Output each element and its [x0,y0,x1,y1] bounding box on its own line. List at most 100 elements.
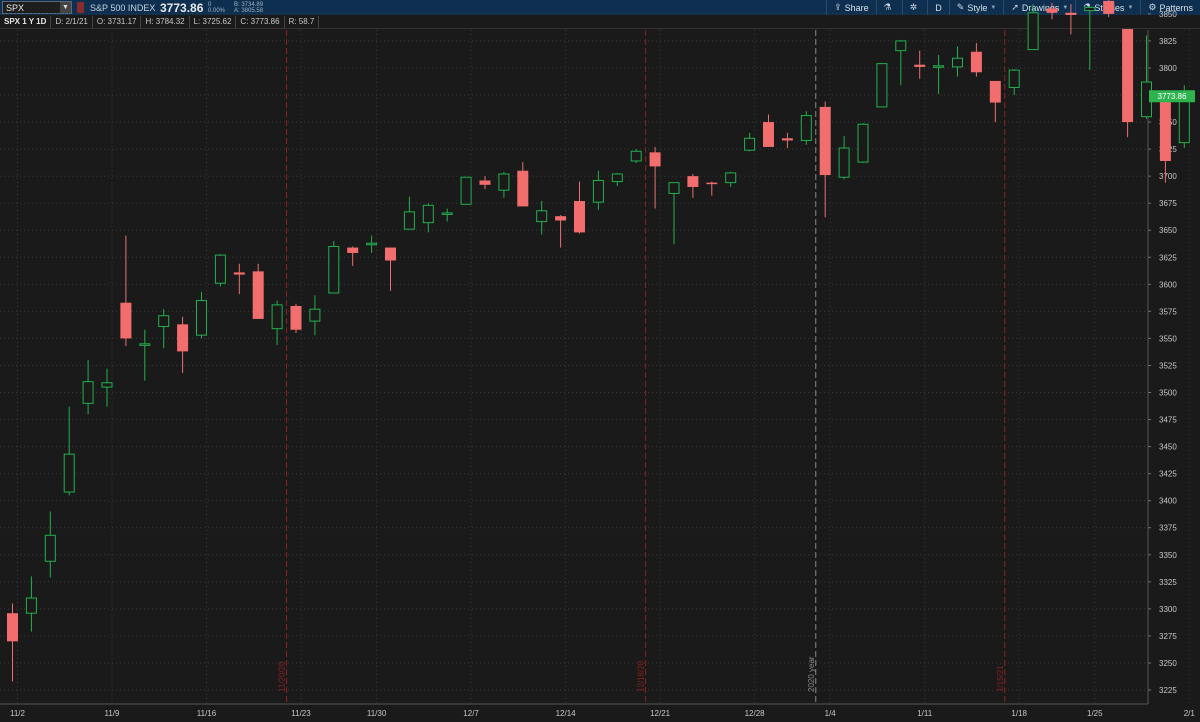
candle-body [914,64,926,67]
candle-body [744,137,756,151]
candle-body [763,122,774,147]
y-tick-label: 3300 [1159,605,1177,614]
candle-body [158,315,170,328]
y-tick-label: 3500 [1159,389,1177,398]
candle-body [952,57,963,68]
candlestick-chart[interactable]: 3225 3250 3275 3300 3325 3350 3375 3400 3425 3450… [0,0,1200,722]
y-tick-label: 3600 [1159,280,1177,289]
x-tick-label: 2/1 [1184,709,1196,718]
x-tick-label: 12/7 [463,709,479,718]
x-tick-label: 12/14 [556,709,577,718]
y-tick-label: 3225 [1159,686,1177,695]
down-candle [1122,29,1134,138]
candle-body [120,302,132,339]
x-tick-label: 11/16 [197,709,217,718]
candle-body [1178,95,1190,144]
down-candle [1103,0,1115,18]
candle-body [857,123,869,163]
y-tick-label: 3800 [1159,64,1177,73]
candle-body [630,150,642,162]
candle-body [309,308,321,322]
candle-body [517,170,529,207]
candle-body [989,80,1001,103]
down-candle [252,263,264,319]
candle-body [592,179,604,203]
down-candle [1159,91,1171,183]
up-candle [800,111,812,145]
y-tick-label: 3250 [1159,659,1177,668]
down-candle [1046,3,1058,20]
candle-body [1046,8,1058,13]
y-tick-label: 3325 [1159,578,1177,587]
candle-body [1122,29,1134,123]
candle-body [214,254,226,284]
y-tick-label: 3825 [1159,37,1177,46]
x-tick-label: 1/4 [825,709,837,718]
x-tick-label: 1/25 [1087,709,1103,718]
y-tick-label: 3400 [1159,497,1177,506]
y-tick-label: 3275 [1159,632,1177,641]
y-tick-label: 3450 [1159,443,1177,452]
candle-body [498,173,510,191]
candle-body [1084,6,1096,12]
x-tick-label: 11/23 [291,709,311,718]
x-tick-label: 12/28 [745,709,766,718]
candle-body [555,216,567,221]
candle-body [25,597,37,614]
candle-body [574,201,585,233]
x-tick-label: 1/18 [1011,709,1027,718]
candle-body [7,613,18,642]
candle-body [536,210,548,223]
candle-body [781,138,793,141]
candle-body [706,182,718,185]
x-tick-label: 11/2 [10,709,26,718]
candle-body [82,381,94,404]
y-tick-label: 3525 [1159,361,1177,370]
candle-body [403,211,415,230]
candle-body [233,272,245,275]
candle-body [838,147,850,178]
y-tick-label: 3350 [1159,551,1177,560]
up-candle [857,123,869,164]
y-tick-label: 3675 [1159,199,1177,208]
candle-body [819,106,831,176]
candle-body [44,534,56,562]
candle-body [252,271,264,319]
candle-body [385,247,396,261]
candle-body [1065,12,1077,15]
y-tick-label: 3375 [1159,524,1177,533]
candle-body [290,305,302,330]
candle-body [328,245,340,294]
candle-body [668,182,680,194]
candle-body [347,247,359,253]
candle-body [101,382,113,388]
x-tick-label: 1/11 [917,709,933,718]
up-candle [630,149,642,164]
candle-body [1027,12,1039,51]
candle-body [895,40,907,52]
event-marker-label: 12/18/20 [637,660,646,692]
y-tick-label: 3475 [1159,416,1177,425]
y-tick-label: 3700 [1159,172,1177,181]
candle-body [441,212,453,215]
candle-body [139,343,151,346]
x-tick-label: 11/9 [105,709,121,718]
y-tick-label: 3850 [1159,10,1177,19]
last-price-label: 3773.86 [1158,92,1187,101]
candle-body [460,176,472,205]
y-tick-label: 3550 [1159,334,1177,343]
up-candle [328,241,340,294]
candle-body [422,204,434,224]
candle-body [63,453,75,493]
candle-body [1103,0,1115,14]
y-tick-label: 3425 [1159,470,1177,479]
candle-body [970,51,982,73]
candle-body [876,63,888,108]
up-candle [214,254,226,287]
down-candle [290,303,302,334]
candle-body [725,172,737,184]
candle-body [366,242,378,246]
candle-body [479,180,491,185]
y-tick-label: 3625 [1159,253,1177,262]
candle-body [800,115,812,141]
